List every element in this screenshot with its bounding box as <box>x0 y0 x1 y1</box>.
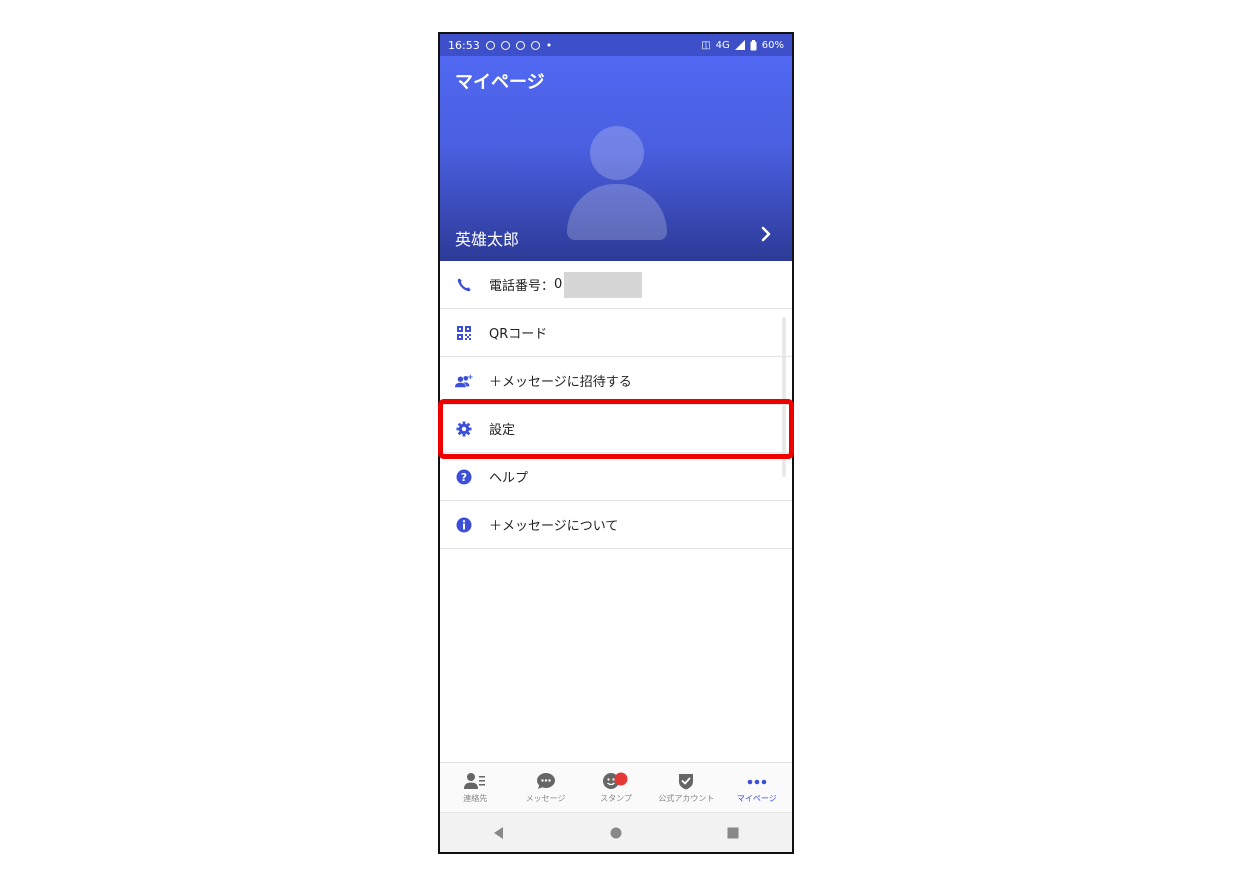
user-name: 英雄太郎 <box>455 230 520 249</box>
sticker-icon <box>603 772 628 789</box>
tab-label: スタンプ <box>600 794 632 803</box>
menu-item-invite[interactable]: ＋メッセージに招待する <box>440 357 792 405</box>
chrome-icon <box>515 40 525 50</box>
phone-value: 0 <box>554 277 563 292</box>
chevron-right-icon[interactable] <box>756 224 776 244</box>
android-nav-bar <box>440 812 792 852</box>
settings-highlight-box <box>438 399 794 459</box>
phone-icon <box>455 276 473 294</box>
tab-label: 公式アカウント <box>658 794 715 803</box>
page-title: マイページ <box>455 72 545 93</box>
avatar <box>590 126 644 180</box>
chrome-icon <box>500 40 510 50</box>
back-icon[interactable] <box>492 826 506 840</box>
tab-label: 連絡先 <box>463 794 488 803</box>
official-account-icon <box>679 774 694 790</box>
redacted-phone-number <box>564 271 643 298</box>
shield-icon <box>530 40 540 50</box>
vibrate-icon: ◫ <box>701 39 711 51</box>
recents-icon[interactable] <box>726 826 740 840</box>
add-people-icon <box>455 372 473 390</box>
status-bar: 16:53 • ◫ 4G 60% <box>440 34 792 56</box>
status-time: 16:53 <box>448 38 480 52</box>
dot-icon: • <box>545 38 553 52</box>
about-label: ＋メッセージについて <box>489 519 619 534</box>
network-type: 4G <box>715 39 730 51</box>
notification-badge <box>614 772 628 786</box>
tab-label: メッセージ <box>525 794 566 803</box>
tab-label: マイページ <box>736 794 777 803</box>
battery-icon <box>750 39 757 50</box>
tab-stickers[interactable]: スタンプ <box>581 763 651 813</box>
home-icon[interactable] <box>609 826 623 840</box>
message-icon <box>536 773 555 789</box>
avatar-body <box>567 184 667 240</box>
contacts-icon <box>464 773 486 789</box>
tab-official-accounts[interactable]: 公式アカウント <box>651 763 721 813</box>
notification-icon <box>485 40 495 50</box>
battery-level: 60% <box>761 39 784 51</box>
invite-label: ＋メッセージに招待する <box>489 375 632 390</box>
tab-contacts[interactable]: 連絡先 <box>440 763 510 813</box>
tab-messages[interactable]: メッセージ <box>510 763 580 813</box>
menu-item-help[interactable]: ? ヘルプ <box>440 453 792 501</box>
bottom-tab-bar: 連絡先 メッセージ スタンプ 公式アカウント マイページ <box>440 762 792 813</box>
menu-item-about[interactable]: ＋メッセージについて <box>440 501 792 549</box>
tab-mypage[interactable]: マイページ <box>722 763 792 813</box>
more-icon <box>747 779 767 785</box>
help-icon: ? <box>455 468 473 486</box>
menu-item-qr-code[interactable]: QRコード <box>440 309 792 357</box>
qr-code-label: QRコード <box>489 327 548 342</box>
svg-text:?: ? <box>461 471 467 484</box>
help-label: ヘルプ <box>489 471 529 486</box>
profile-header[interactable]: マイページ 英雄太郎 <box>440 56 792 261</box>
qr-code-icon <box>455 324 473 342</box>
phone-label: 電話番号： <box>489 279 555 294</box>
signal-icon <box>734 40 745 50</box>
menu-item-phone[interactable]: 電話番号： 0 <box>440 261 792 309</box>
info-icon <box>455 516 473 534</box>
